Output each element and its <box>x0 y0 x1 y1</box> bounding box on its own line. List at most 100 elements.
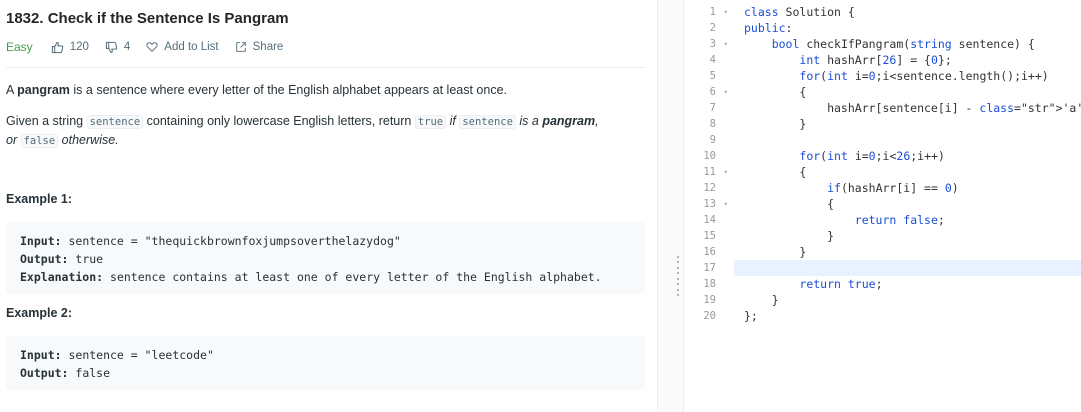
code-line[interactable] <box>744 132 1081 148</box>
example-1-input: Input: sentence = "thequickbrownfoxjumps… <box>20 232 631 250</box>
code-line[interactable]: }; <box>744 308 1081 324</box>
add-to-list-label: Add to List <box>164 41 219 53</box>
line-number: 2 <box>709 22 716 34</box>
code-line[interactable]: } <box>744 244 1081 260</box>
fold-arrow-icon[interactable]: ▾ <box>724 164 728 180</box>
output-value: true <box>68 252 104 266</box>
fold-arrow-icon[interactable]: ▾ <box>724 196 728 212</box>
drag-grip-icon[interactable] <box>677 256 680 296</box>
text: A <box>6 83 18 97</box>
like-count: 120 <box>69 41 89 53</box>
add-to-list-button[interactable]: Add to List <box>146 41 219 53</box>
code-line[interactable]: hashArr[sentence[i] - class="str">'a']++… <box>744 100 1081 116</box>
line-number: 10 <box>703 150 716 162</box>
line-number: 9 <box>709 134 716 146</box>
text: if <box>446 114 460 128</box>
input-label: Input: <box>20 348 62 362</box>
dislike-button[interactable]: 4 <box>105 41 130 54</box>
code-editor[interactable]: 1 ▾ 2 3 ▾ 4 5 6 ▾ 7 8 9 10 11 ▾ 12 13 ▾ 14 15 16 17 18 19 20 cla… <box>684 0 1081 412</box>
code-line[interactable]: int hashArr[26] = {0}; <box>744 52 1081 68</box>
keyword-pangram: pangram <box>17 83 70 97</box>
line-number: 20 <box>703 310 716 322</box>
code-line[interactable]: } <box>744 228 1081 244</box>
code-line[interactable]: for(int i=0;i<26;i++) <box>744 148 1081 164</box>
line-number: 7 <box>709 102 716 114</box>
inline-code: true <box>414 115 447 129</box>
inline-code: sentence <box>86 115 144 129</box>
line-number: 17 <box>703 262 716 274</box>
code-line[interactable]: { <box>744 196 1081 212</box>
code-line[interactable]: class Solution { <box>744 4 1081 20</box>
text: Given a string <box>6 114 87 128</box>
line-number-gutter: 1 ▾ 2 3 ▾ 4 5 6 ▾ 7 8 9 10 11 ▾ 12 13 ▾ 14 15 16 17 18 19 20 <box>684 4 732 324</box>
share-icon <box>235 42 246 52</box>
line-number: 19 <box>703 294 716 306</box>
fold-arrow-icon[interactable]: ▾ <box>724 36 728 52</box>
keyword-pangram: pangram <box>542 114 596 128</box>
explanation-value: sentence contains at least one of every … <box>103 270 602 284</box>
input-value: sentence = "thequickbrownfoxjumpsoverthe… <box>61 234 401 248</box>
code-line[interactable]: } <box>744 292 1081 308</box>
line-number: 1 ▾ <box>709 4 728 20</box>
code-line[interactable]: if(hashArr[i] == 0) <box>744 180 1081 196</box>
input-value: sentence = "leetcode" <box>61 348 214 362</box>
text: is a sentence where every letter of the … <box>69 83 507 97</box>
heart-icon <box>146 42 158 52</box>
problem-meta-bar: Easy 120 4 Add to List Share <box>6 39 299 55</box>
code-line[interactable]: { <box>744 164 1081 180</box>
line-number: 12 <box>703 182 716 194</box>
line-number: 6 ▾ <box>709 84 728 100</box>
problem-description-panel: 1832. Check if the Sentence Is Pangram E… <box>0 0 656 412</box>
example-2-input: Input: sentence = "leetcode" <box>20 346 631 364</box>
example-2-box: Input: sentence = "leetcode" Output: fal… <box>6 336 645 390</box>
thumbs-up-icon <box>51 41 63 53</box>
like-button[interactable]: 120 <box>51 41 89 54</box>
line-number: 8 <box>709 118 716 130</box>
code-line[interactable]: public: <box>744 20 1081 36</box>
code-line[interactable]: return false; <box>744 212 1081 228</box>
panel-resize-handle[interactable] <box>657 0 684 412</box>
line-number: 11 ▾ <box>703 164 728 180</box>
fold-arrow-icon[interactable]: ▾ <box>724 84 728 100</box>
inline-code: sentence <box>459 115 516 129</box>
dislike-count: 4 <box>123 41 131 53</box>
difficulty-badge: Easy <box>6 40 33 54</box>
share-label: Share <box>252 41 284 53</box>
inline-code: false <box>20 134 59 148</box>
example-2-heading: Example 2: <box>6 306 73 320</box>
input-label: Input: <box>20 234 62 248</box>
example-1-box: Input: sentence = "thequickbrownfoxjumps… <box>6 222 645 294</box>
fold-arrow-icon[interactable]: ▾ <box>724 4 728 20</box>
example-2-output: Output: false <box>20 364 631 382</box>
line-number: 3 ▾ <box>709 36 728 52</box>
text: containing only lowercase English letter… <box>143 114 415 128</box>
code-area[interactable]: class Solution {public: bool checkIfPang… <box>734 4 1081 324</box>
code-line[interactable]: for(int i=0;i<sentence.length();i++) <box>744 68 1081 84</box>
example-1-output: Output: true <box>20 250 631 268</box>
code-line-active[interactable] <box>734 260 1081 276</box>
line-number: 15 <box>703 230 716 242</box>
divider-line <box>6 67 645 68</box>
code-line[interactable]: } <box>744 116 1081 132</box>
thumbs-down-icon <box>105 41 118 53</box>
text: is a <box>515 114 543 128</box>
text: otherwise. <box>58 133 119 147</box>
output-label: Output: <box>20 252 69 266</box>
line-number: 18 <box>703 278 716 290</box>
explanation-label: Explanation: <box>20 270 104 284</box>
problem-title: 1832. Check if the Sentence Is Pangram <box>6 10 289 27</box>
text: , <box>595 114 599 128</box>
code-line[interactable]: { <box>744 84 1081 100</box>
description-paragraph-1: A pangram is a sentence where every lett… <box>6 81 507 99</box>
code-line[interactable]: return true; <box>744 276 1081 292</box>
line-number: 16 <box>703 246 716 258</box>
line-number: 14 <box>703 214 716 226</box>
example-1-explanation: Explanation: sentence contains at least … <box>20 268 631 286</box>
text: or <box>6 133 21 147</box>
code-line[interactable]: bool checkIfPangram(string sentence) { <box>744 36 1081 52</box>
output-label: Output: <box>20 366 69 380</box>
line-number: 5 <box>709 70 716 82</box>
line-number: 13 ▾ <box>703 196 728 212</box>
example-1-heading: Example 1: <box>6 192 73 206</box>
share-button[interactable]: Share <box>235 41 284 53</box>
